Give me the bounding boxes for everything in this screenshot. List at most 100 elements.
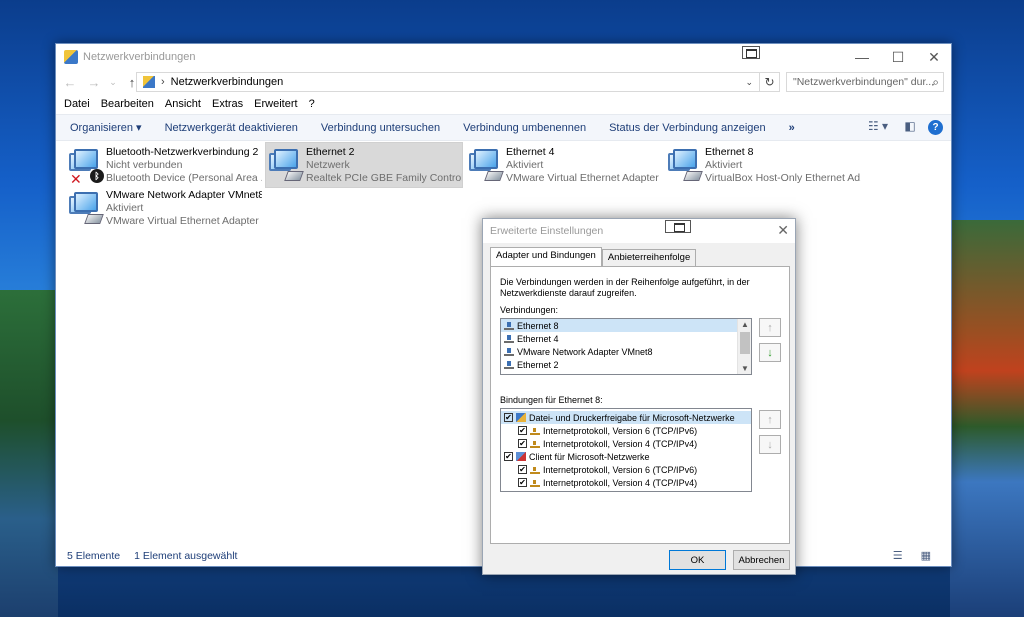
window-title: Netzwerkverbindungen bbox=[83, 51, 196, 63]
diagnose-connection-button[interactable]: Verbindung untersuchen bbox=[321, 122, 440, 134]
breadcrumb-network-connections[interactable]: Netzwerkverbindungen bbox=[171, 76, 284, 88]
connection-device: Bluetooth Device (Personal Area ... bbox=[106, 172, 262, 184]
menu-help[interactable]: ? bbox=[309, 98, 315, 110]
snap-assist-icon bbox=[742, 46, 760, 59]
move-connection-up-button[interactable]: ↑ bbox=[759, 318, 781, 337]
organize-button[interactable]: Organisieren ▾ bbox=[70, 121, 142, 134]
client-icon bbox=[516, 452, 526, 461]
scroll-up-icon[interactable]: ▲ bbox=[738, 320, 751, 329]
bluetooth-network-icon: ✕ ᛒ bbox=[66, 145, 106, 187]
list-item[interactable]: VMware Network Adapter VMnet8 bbox=[501, 345, 751, 358]
menu-extras[interactable]: Extras bbox=[212, 98, 243, 110]
description-text: Die Verbindungen werden in der Reihenfol… bbox=[500, 277, 750, 298]
scrollbar-thumb[interactable] bbox=[740, 332, 750, 354]
connection-item-vmnet8[interactable]: VMware Network Adapter VMnet8 Aktiviert … bbox=[66, 188, 262, 230]
tab-adapters-bindings[interactable]: Adapter und Bindungen bbox=[490, 247, 602, 266]
checkbox[interactable]: ✔ bbox=[518, 426, 527, 435]
move-binding-up-button[interactable]: ↑ bbox=[759, 410, 781, 429]
bindings-label: Bindungen für Ethernet 8: bbox=[500, 395, 603, 405]
forward-button[interactable]: → bbox=[82, 75, 106, 90]
connection-name: Ethernet 8 bbox=[705, 146, 754, 158]
connection-status: Netzwerk bbox=[306, 159, 350, 171]
connection-name: Bluetooth-Netzwerkverbindung 2 bbox=[106, 146, 259, 158]
tiles-view-icon[interactable]: ▦ bbox=[921, 549, 931, 562]
dialog-tabs: Adapter und Bindungen Anbieterreihenfolg… bbox=[490, 247, 697, 266]
selection-count: 1 Element ausgewählt bbox=[134, 549, 238, 562]
connection-name: Ethernet 2 bbox=[306, 146, 355, 158]
cancel-button[interactable]: Abbrechen bbox=[733, 550, 790, 570]
menu-ansicht[interactable]: Ansicht bbox=[165, 98, 201, 110]
list-item[interactable]: Ethernet 2 bbox=[501, 358, 751, 371]
connection-device: VMware Virtual Ethernet Adapter ... bbox=[106, 215, 262, 227]
checkbox[interactable]: ✔ bbox=[504, 452, 513, 461]
list-item[interactable]: Ethernet 4 bbox=[501, 332, 751, 345]
binding-item[interactable]: ✔ Client für Microsoft-Netzwerke bbox=[501, 450, 751, 463]
move-binding-down-button[interactable]: ↓ bbox=[759, 435, 781, 454]
desktop-wallpaper-right bbox=[950, 220, 1024, 617]
dialog-close-button[interactable]: ✕ bbox=[777, 222, 789, 239]
address-bar-row: ← → ⌄ ↑ › Netzwerkverbindungen ⌄ ↻ "Netz… bbox=[56, 70, 951, 94]
search-input[interactable]: "Netzwerkverbindungen" dur... ⌕ bbox=[786, 72, 944, 92]
ethernet-network-icon bbox=[266, 145, 306, 185]
binding-item[interactable]: ✔ Internetprotokoll, Version 6 (TCP/IPv6) bbox=[501, 463, 751, 476]
file-share-icon bbox=[516, 413, 526, 422]
connection-name: Ethernet 4 bbox=[506, 146, 555, 158]
search-icon[interactable]: ⌕ bbox=[932, 75, 939, 90]
disconnected-icon: ✕ bbox=[70, 171, 82, 187]
checkbox[interactable]: ✔ bbox=[518, 465, 527, 474]
rename-connection-button[interactable]: Verbindung umbenennen bbox=[463, 122, 586, 134]
connection-status: Aktiviert bbox=[506, 159, 544, 171]
checkbox[interactable]: ✔ bbox=[518, 478, 527, 487]
item-count: 5 Elemente bbox=[67, 549, 121, 562]
address-input[interactable]: › Netzwerkverbindungen ⌄ bbox=[136, 72, 760, 92]
connection-item-bluetooth[interactable]: ✕ ᛒ Bluetooth-Netzwerkverbindung 2 Nicht… bbox=[66, 145, 262, 187]
back-button[interactable]: ← bbox=[58, 75, 82, 90]
checkbox[interactable]: ✔ bbox=[504, 413, 513, 422]
tab-panel: Die Verbindungen werden in der Reihenfol… bbox=[490, 266, 790, 544]
connections-listbox[interactable]: Ethernet 8 Ethernet 4 VMware Network Ada… bbox=[500, 318, 752, 375]
maximize-button[interactable]: ☐ bbox=[880, 44, 916, 70]
change-view-icon[interactable]: ☷ ▾ bbox=[864, 119, 892, 135]
disable-device-button[interactable]: Netzwerkgerät deaktivieren bbox=[165, 122, 298, 134]
binding-item[interactable]: ✔ Internetprotokoll, Version 4 (TCP/IPv4) bbox=[501, 437, 751, 450]
scroll-down-icon[interactable]: ▼ bbox=[738, 364, 751, 373]
details-view-icon[interactable]: ☰ bbox=[893, 549, 903, 562]
dialog-title-bar[interactable]: Erweiterte Einstellungen ✕ bbox=[483, 219, 795, 243]
view-status-button[interactable]: Status der Verbindung anzeigen bbox=[609, 122, 766, 134]
refresh-button[interactable]: ↻ bbox=[760, 72, 780, 92]
network-connections-icon bbox=[64, 50, 78, 64]
command-bar: Organisieren ▾ Netzwerkgerät deaktiviere… bbox=[56, 114, 951, 141]
menu-datei[interactable]: Datei bbox=[64, 98, 90, 110]
ethernet-network-icon bbox=[665, 145, 705, 185]
menu-erweitert[interactable]: Erweitert bbox=[254, 98, 297, 110]
connection-item-ethernet-4[interactable]: Ethernet 4 Aktiviert VMware Virtual Ethe… bbox=[466, 145, 662, 187]
ethernet-network-icon bbox=[66, 188, 106, 228]
protocol-icon bbox=[530, 465, 540, 474]
connection-item-ethernet-2[interactable]: Ethernet 2 Netzwerk Realtek PCIe GBE Fam… bbox=[265, 142, 463, 188]
close-button[interactable]: ✕ bbox=[916, 44, 952, 70]
recent-locations-button[interactable]: ⌄ bbox=[106, 77, 120, 88]
connections-scrollbar[interactable]: ▲ ▼ bbox=[737, 319, 751, 374]
move-connection-down-button[interactable]: ↓ bbox=[759, 343, 781, 362]
connection-item-ethernet-8[interactable]: Ethernet 8 Aktiviert VirtualBox Host-Onl… bbox=[665, 145, 861, 187]
checkbox[interactable]: ✔ bbox=[518, 439, 527, 448]
chevron-down-icon[interactable]: ⌄ bbox=[745, 77, 753, 88]
binding-item[interactable]: ✔ Internetprotokoll, Version 4 (TCP/IPv4) bbox=[501, 476, 751, 489]
view-controls: ☷ ▾ ◧ ? bbox=[864, 119, 943, 135]
connection-status: Aktiviert bbox=[106, 202, 144, 214]
binding-item[interactable]: ✔ Internetprotokoll, Version 6 (TCP/IPv6) bbox=[501, 424, 751, 437]
ok-button[interactable]: OK bbox=[669, 550, 726, 570]
bindings-treeview[interactable]: ✔ Datei- und Druckerfreigabe für Microsof… bbox=[500, 408, 752, 492]
list-item[interactable]: Ethernet 8 bbox=[501, 319, 751, 332]
preview-pane-icon[interactable]: ◧ bbox=[902, 119, 918, 135]
menu-bearbeiten[interactable]: Bearbeiten bbox=[101, 98, 154, 110]
title-bar[interactable]: Netzwerkverbindungen — ☐ ✕ bbox=[56, 44, 951, 70]
more-commands-button[interactable]: » bbox=[789, 122, 795, 134]
protocol-icon bbox=[530, 439, 540, 448]
help-icon[interactable]: ? bbox=[928, 119, 943, 135]
minimize-button[interactable]: — bbox=[844, 44, 880, 70]
binding-item[interactable]: ✔ Datei- und Druckerfreigabe für Microsof… bbox=[501, 411, 751, 424]
desktop-wallpaper-left bbox=[0, 290, 58, 617]
menu-bar: Datei Bearbeiten Ansicht Extras Erweiter… bbox=[56, 94, 951, 114]
tab-provider-order[interactable]: Anbieterreihenfolge bbox=[601, 249, 697, 266]
